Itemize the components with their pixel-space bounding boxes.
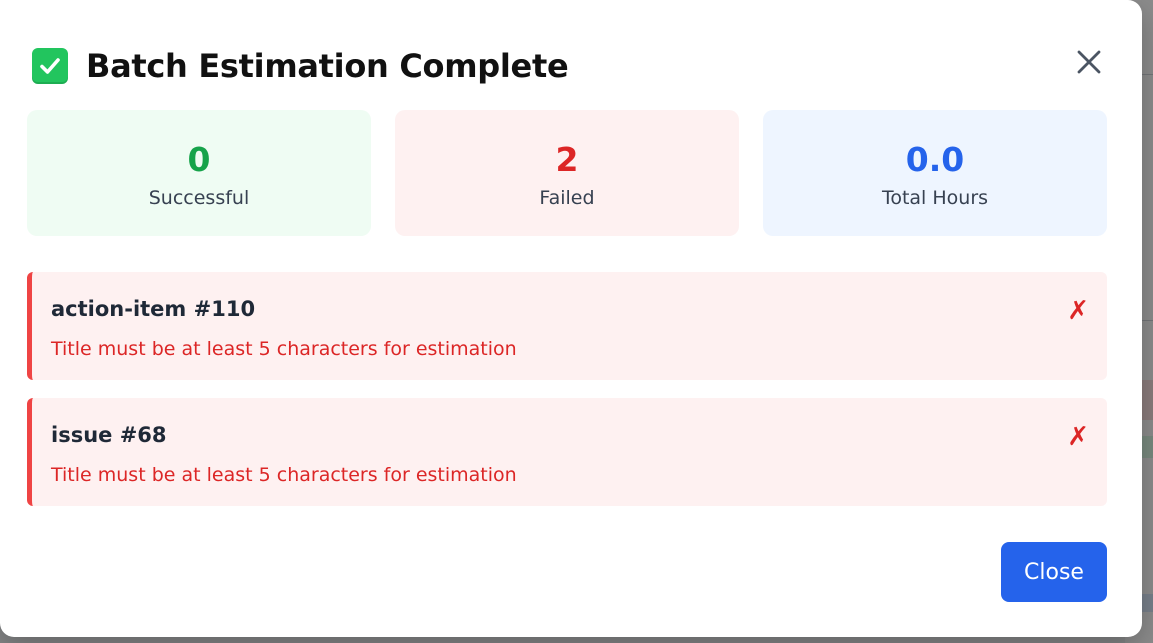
successful-label: Successful (148, 187, 250, 209)
dialog-header: Batch Estimation Complete (32, 44, 1110, 88)
result-item-error: Title must be at least 5 characters for … (51, 338, 517, 360)
total-hours-stat-card: 0.0 Total Hours (763, 110, 1107, 236)
failed-stat-card: 2 Failed (395, 110, 739, 236)
result-item: issue #68 Title must be at least 5 chara… (27, 398, 1107, 506)
result-item-title: action-item #110 (51, 297, 256, 321)
close-button[interactable]: Close (1001, 542, 1107, 602)
failed-status-icon: ✗ (1067, 296, 1089, 326)
result-item: action-item #110 Title must be at least … (27, 272, 1107, 380)
result-item-error: Title must be at least 5 characters for … (51, 464, 517, 486)
successful-stat-card: 0 Successful (27, 110, 371, 236)
close-icon[interactable] (1072, 45, 1106, 79)
total-hours-value: 0.0 (905, 140, 965, 179)
failed-count: 2 (555, 140, 579, 179)
result-item-title: issue #68 (51, 423, 167, 447)
batch-estimation-dialog: Batch Estimation Complete 0 Successful 2… (0, 0, 1142, 637)
failed-label: Failed (539, 187, 595, 209)
total-hours-label: Total Hours (881, 187, 989, 209)
check-mark-button-icon (32, 48, 68, 84)
successful-count: 0 (187, 140, 211, 179)
failed-status-icon: ✗ (1067, 422, 1089, 452)
dialog-title: Batch Estimation Complete (86, 47, 569, 85)
